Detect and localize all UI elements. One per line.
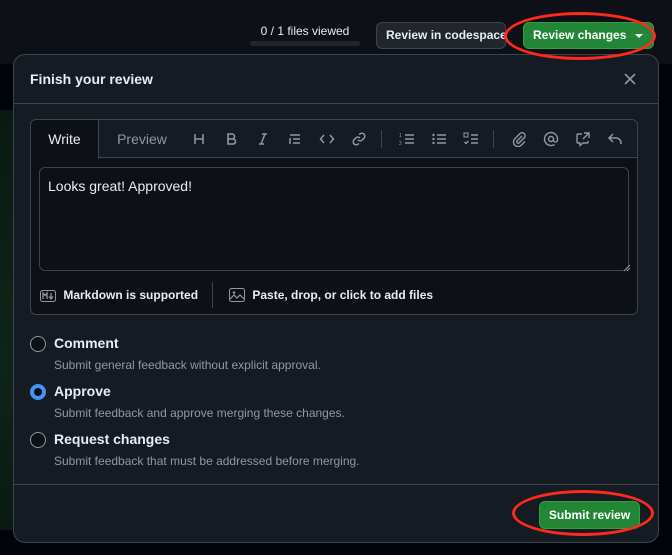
comment-textarea[interactable]: Looks great! Approved! <box>39 167 629 271</box>
radio-request-changes[interactable] <box>30 432 46 448</box>
option-approve[interactable]: Approve Submit feedback and approve merg… <box>30 381 630 425</box>
comment-editor: Write Preview 12 Looks great! Approved! … <box>30 119 638 315</box>
add-files-button[interactable]: Paste, drop, or click to add files <box>229 288 433 302</box>
markdown-note-text: Markdown is supported <box>63 288 199 302</box>
italic-icon[interactable] <box>253 130 273 148</box>
tab-write[interactable]: Write <box>31 120 99 159</box>
radio-approve[interactable] <box>30 384 46 400</box>
option-comment-description: Submit general feedback without explicit… <box>54 358 321 372</box>
submit-review-button[interactable]: Submit review <box>539 501 640 529</box>
dialog-footer-divider <box>14 484 658 485</box>
attach-note-text: Paste, drop, or click to add files <box>252 288 434 302</box>
bold-icon[interactable] <box>221 130 241 148</box>
caret-down-icon <box>635 34 643 38</box>
option-request-changes-description: Submit feedback that must be addressed b… <box>54 454 360 468</box>
radio-comment[interactable] <box>30 336 46 352</box>
toolbar-divider <box>493 130 494 148</box>
files-viewed-progress <box>250 41 360 46</box>
image-icon <box>229 288 245 302</box>
option-approve-description: Submit feedback and approve merging thes… <box>54 406 345 420</box>
code-icon[interactable] <box>317 130 337 148</box>
review-changes-label: Review changes <box>533 28 627 42</box>
svg-text:2: 2 <box>399 141 402 147</box>
option-comment-label: Comment <box>54 335 119 351</box>
tab-preview[interactable]: Preview <box>105 120 179 158</box>
editor-footer: Markdown is supported Paste, drop, or cl… <box>31 278 637 314</box>
option-approve-label: Approve <box>54 383 111 399</box>
files-viewed-counter: 0 / 1 files viewed <box>250 20 360 46</box>
reply-icon[interactable] <box>605 130 625 148</box>
review-in-codespace-button[interactable]: Review in codespace <box>376 22 506 49</box>
cross-reference-icon[interactable] <box>573 130 593 148</box>
quote-icon[interactable] <box>285 130 305 148</box>
background-glow <box>0 110 14 530</box>
task-list-icon[interactable] <box>461 130 481 148</box>
editor-tabs: Write Preview 12 <box>31 120 637 159</box>
bulleted-list-icon[interactable] <box>429 130 449 148</box>
footer-divider <box>212 282 213 308</box>
numbered-list-icon[interactable]: 12 <box>397 130 417 148</box>
mention-icon[interactable] <box>541 130 561 148</box>
markdown-supported-link[interactable]: Markdown is supported <box>40 288 198 302</box>
attach-icon[interactable] <box>509 130 529 148</box>
markdown-icon <box>40 290 56 302</box>
close-icon[interactable] <box>620 69 640 89</box>
heading-icon[interactable] <box>189 130 209 148</box>
finish-review-dialog: Finish your review Write Preview 1 2 Loo… <box>13 54 659 543</box>
dialog-header-divider <box>14 103 658 104</box>
files-viewed-text: 0 / 1 files viewed <box>260 24 350 38</box>
review-changes-button[interactable]: Review changes <box>523 22 654 49</box>
option-request-changes-label: Request changes <box>54 431 170 447</box>
option-comment[interactable]: Comment Submit general feedback without … <box>30 333 630 377</box>
resize-handle-icon[interactable] <box>621 262 631 272</box>
svg-text:1: 1 <box>399 133 402 139</box>
dialog-title: Finish your review <box>30 71 153 87</box>
toolbar-divider <box>381 130 382 148</box>
link-icon[interactable] <box>349 130 369 148</box>
option-request-changes[interactable]: Request changes Submit feedback that mus… <box>30 429 630 473</box>
